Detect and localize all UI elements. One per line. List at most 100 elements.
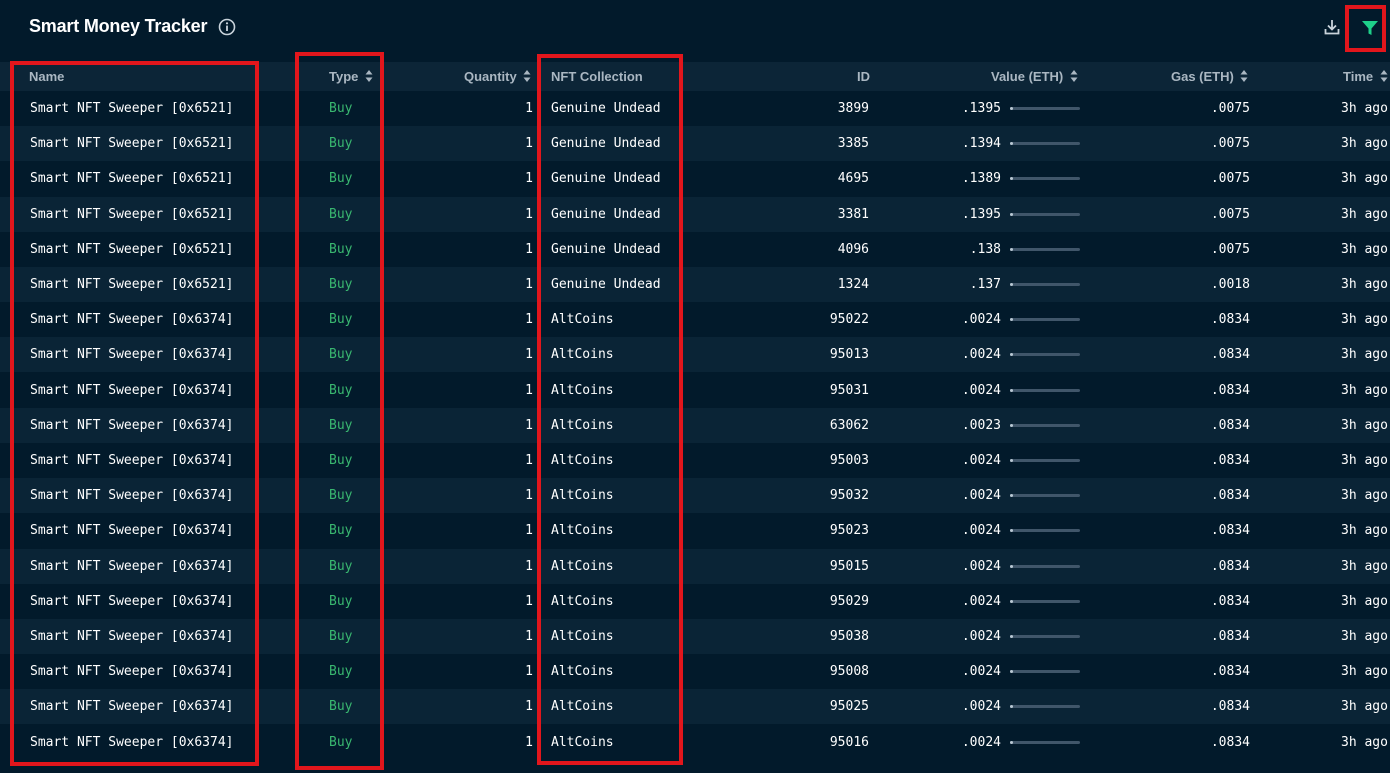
time-cell: 3h ago xyxy=(1341,488,1388,504)
value-bar xyxy=(1010,107,1080,110)
id-cell: 95025 xyxy=(829,699,869,715)
collection-cell: AltCoins xyxy=(551,312,614,328)
collection-cell: AltCoins xyxy=(551,558,614,574)
collection-cell: Genuine Undead xyxy=(551,277,661,292)
type-cell: Buy xyxy=(329,312,353,328)
collection-cell: AltCoins xyxy=(551,734,614,750)
gas-cell: .0834 xyxy=(1210,629,1250,644)
value-bar-fill xyxy=(1010,283,1013,286)
value-bar-fill xyxy=(1010,107,1013,110)
table-row[interactable]: Smart NFT Sweeper [0x6374] Buy 1 AltCoins 95… xyxy=(0,443,1390,478)
table-row[interactable]: Smart NFT Sweeper [0x6374] Buy 1 AltCoins 95… xyxy=(0,373,1390,408)
column-header-id-label: ID xyxy=(857,69,870,84)
table-row[interactable]: Smart NFT Sweeper [0x6374] Buy 1 AltCoins 95… xyxy=(0,725,1390,760)
collection-cell: Genuine Undead xyxy=(551,206,661,222)
table-row[interactable]: Smart NFT Sweeper [0x6374] Buy 1 AltCoins 95… xyxy=(0,619,1390,654)
value-bar-fill xyxy=(1010,564,1013,568)
quantity-cell: 1 xyxy=(525,206,533,222)
time-cell: 3h ago xyxy=(1341,734,1388,750)
id-cell: 95023 xyxy=(829,523,869,539)
sort-icon[interactable] xyxy=(523,69,531,83)
table-row[interactable]: Smart NFT Sweeper [0x6374] Buy 1 AltCoins 95… xyxy=(0,689,1390,725)
value-bar xyxy=(1010,459,1080,462)
quantity-cell: 1 xyxy=(525,664,533,680)
value-bar-fill xyxy=(1010,247,1013,251)
column-header-type[interactable]: Type xyxy=(329,62,373,91)
name-cell: Smart NFT Sweeper [0x6521] xyxy=(30,277,234,292)
quantity-cell: 1 xyxy=(525,453,533,468)
column-header-name[interactable]: Name xyxy=(29,62,64,91)
value-bar-fill xyxy=(1010,142,1013,146)
column-header-value[interactable]: Value (ETH) xyxy=(991,62,1078,91)
id-cell: 63062 xyxy=(829,417,869,433)
collection-cell: AltCoins xyxy=(551,488,614,504)
quantity-cell: 1 xyxy=(525,558,533,574)
table-row[interactable]: Smart NFT Sweeper [0x6374] Buy 1 AltCoins 63… xyxy=(0,407,1390,443)
column-header-collection[interactable]: NFT Collection xyxy=(551,62,643,91)
table-row[interactable]: Smart NFT Sweeper [0x6374] Buy 1 AltCoins 95… xyxy=(0,513,1390,548)
table-row[interactable]: Smart NFT Sweeper [0x6521] Buy 1 Genuine Un… xyxy=(0,267,1390,302)
time-cell: 3h ago xyxy=(1341,206,1388,222)
quantity-cell: 1 xyxy=(525,241,533,257)
type-cell: Buy xyxy=(329,593,353,609)
id-cell: 95029 xyxy=(829,593,869,609)
quantity-cell: 1 xyxy=(525,417,533,433)
column-header-gas[interactable]: Gas (ETH) xyxy=(1171,62,1248,91)
column-header-type-label: Type xyxy=(329,69,359,84)
collection-cell: Genuine Undead xyxy=(551,101,661,116)
value-bar xyxy=(1010,423,1080,427)
value-cell: .137 xyxy=(969,277,1001,292)
table-row[interactable]: Smart NFT Sweeper [0x6374] Buy 1 AltCoins 95… xyxy=(0,548,1390,584)
gas-cell: .0834 xyxy=(1210,382,1250,398)
column-header-quantity[interactable]: Quantity xyxy=(464,62,531,91)
sort-icon[interactable] xyxy=(365,69,373,83)
name-cell: Smart NFT Sweeper [0x6374] xyxy=(30,453,234,468)
table-row[interactable]: Smart NFT Sweeper [0x6374] Buy 1 AltCoins 95… xyxy=(0,584,1390,619)
value-cell: .0024 xyxy=(961,664,1001,680)
table-row[interactable]: Smart NFT Sweeper [0x6521] Buy 1 Genuine Un… xyxy=(0,126,1390,162)
sort-icon[interactable] xyxy=(1070,69,1078,83)
time-cell: 3h ago xyxy=(1341,664,1388,680)
quantity-cell: 1 xyxy=(525,699,533,715)
table-row[interactable]: Smart NFT Sweeper [0x6374] Buy 1 AltCoins 95… xyxy=(0,654,1390,689)
column-header-time[interactable]: Time xyxy=(1343,62,1388,91)
sort-icon[interactable] xyxy=(1240,69,1248,83)
table-row[interactable]: Smart NFT Sweeper [0x6521] Buy 1 Genuine Un… xyxy=(0,232,1390,267)
quantity-cell: 1 xyxy=(525,136,533,152)
value-cell: .1395 xyxy=(961,101,1001,116)
table-row[interactable]: Smart NFT Sweeper [0x6374] Buy 1 AltCoins 95… xyxy=(0,302,1390,337)
filter-icon[interactable] xyxy=(1359,17,1381,39)
name-cell: Smart NFT Sweeper [0x6374] xyxy=(30,699,234,715)
time-cell: 3h ago xyxy=(1341,136,1388,152)
table-row[interactable]: Smart NFT Sweeper [0x6374] Buy 1 AltCoins 95… xyxy=(0,478,1390,514)
sort-icon[interactable] xyxy=(1380,69,1388,83)
column-header-id[interactable]: ID xyxy=(857,62,870,91)
info-icon[interactable] xyxy=(218,18,236,36)
value-bar xyxy=(1010,599,1080,603)
value-bar xyxy=(1010,247,1080,251)
name-cell: Smart NFT Sweeper [0x6374] xyxy=(30,488,234,504)
download-icon[interactable] xyxy=(1322,17,1342,37)
value-cell: .0023 xyxy=(961,417,1001,433)
quantity-cell: 1 xyxy=(525,171,533,187)
column-header-value-label: Value (ETH) xyxy=(991,69,1064,84)
table-row[interactable]: Smart NFT Sweeper [0x6521] Buy 1 Genuine Un… xyxy=(0,196,1390,232)
collection-cell: AltCoins xyxy=(551,629,614,644)
type-cell: Buy xyxy=(329,171,353,187)
quantity-cell: 1 xyxy=(525,382,533,398)
gas-cell: .0075 xyxy=(1210,206,1250,222)
name-cell: Smart NFT Sweeper [0x6374] xyxy=(30,347,234,363)
time-cell: 3h ago xyxy=(1341,101,1388,116)
time-cell: 3h ago xyxy=(1341,629,1388,644)
table-row[interactable]: Smart NFT Sweeper [0x6521] Buy 1 Genuine Un… xyxy=(0,91,1390,126)
collection-cell: AltCoins xyxy=(551,417,614,433)
column-header-gas-label: Gas (ETH) xyxy=(1171,69,1234,84)
table-row[interactable]: Smart NFT Sweeper [0x6374] Buy 1 AltCoins 95… xyxy=(0,337,1390,373)
table-row[interactable]: Smart NFT Sweeper [0x6521] Buy 1 Genuine Un… xyxy=(0,161,1390,196)
id-cell: 4695 xyxy=(837,171,869,187)
column-header-time-label: Time xyxy=(1343,69,1374,84)
value-cell: .0024 xyxy=(961,347,1001,363)
top-bar: Smart Money Tracker xyxy=(0,0,1390,58)
id-cell: 95022 xyxy=(829,312,869,328)
quantity-cell: 1 xyxy=(525,488,533,504)
